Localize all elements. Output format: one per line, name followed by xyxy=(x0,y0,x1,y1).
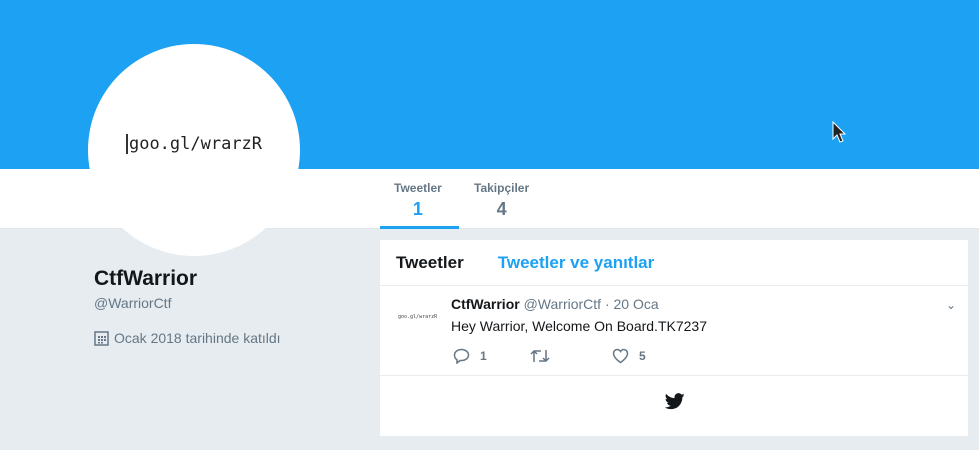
retweet-icon xyxy=(530,349,550,363)
reply-count: 1 xyxy=(480,349,487,363)
tweet-avatar[interactable]: goo.gl/wrarzR xyxy=(398,314,437,320)
avatar-text: goo.gl/wrarzR xyxy=(125,134,262,154)
like-count: 5 xyxy=(639,349,646,363)
tweet-date[interactable]: · 20 Oca xyxy=(605,296,659,312)
timeline-tab-replies[interactable]: Tweetler ve yanıtlar xyxy=(498,253,655,273)
tweet-text: Hey Warrior, Welcome On Board.TK7237 xyxy=(451,318,707,334)
avatar[interactable]: goo.gl/wrarzR xyxy=(88,44,300,256)
tab-tweets[interactable]: Tweetler 1 xyxy=(394,181,442,220)
mouse-cursor-icon xyxy=(832,121,846,143)
chevron-down-icon[interactable]: ⌄ xyxy=(946,298,956,312)
twitter-bird-icon xyxy=(665,393,685,410)
timeline-tab-tweets[interactable]: Tweetler xyxy=(396,253,464,273)
like-button[interactable]: 5 xyxy=(612,348,646,364)
calendar-icon xyxy=(94,330,109,346)
tweet[interactable]: goo.gl/wrarzR CtfWarrior @WarriorCtf · 2… xyxy=(380,286,968,376)
active-tab-indicator xyxy=(380,226,459,229)
tweet-author[interactable]: CtfWarrior xyxy=(451,296,520,312)
reply-button[interactable]: 1 xyxy=(453,348,487,364)
tweet-handle[interactable]: @WarriorCtf xyxy=(524,296,601,312)
tab-count: 4 xyxy=(496,199,507,219)
tab-label: Tweetler xyxy=(394,181,442,195)
timeline-card: Tweetler Tweetler ve yanıtlar goo.gl/wra… xyxy=(380,240,968,436)
tab-count: 1 xyxy=(412,199,423,219)
profile-name[interactable]: CtfWarrior xyxy=(94,267,197,291)
joined-date: Ocak 2018 tarihinde katıldı xyxy=(94,330,281,346)
reply-icon xyxy=(453,348,470,364)
heart-icon xyxy=(612,348,629,364)
profile-handle[interactable]: @WarriorCtf xyxy=(94,295,171,311)
joined-text: Ocak 2018 tarihinde katıldı xyxy=(114,330,281,346)
tab-label: Takipçiler xyxy=(474,181,530,195)
retweet-button[interactable] xyxy=(530,348,560,364)
tab-followers[interactable]: Takipçiler 4 xyxy=(474,181,529,220)
